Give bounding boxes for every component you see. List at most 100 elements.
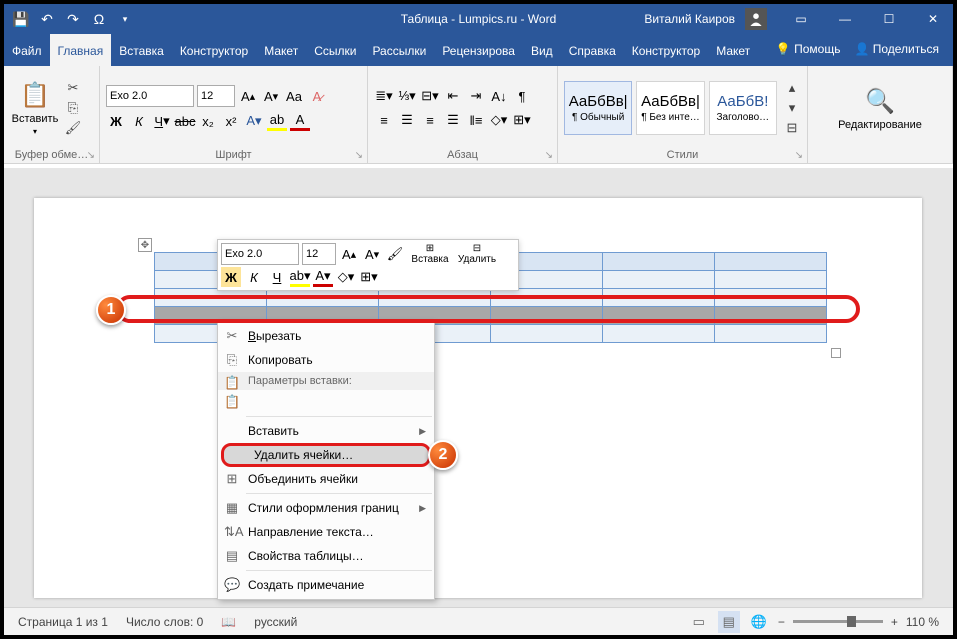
undo-icon[interactable]: ↶ <box>38 10 56 28</box>
borders-icon[interactable]: ⊞▾ <box>512 110 532 130</box>
status-language[interactable]: русский <box>254 615 297 629</box>
superscript-button[interactable]: x² <box>221 111 241 131</box>
style-normal[interactable]: АаБбВв|¶ Обычный <box>564 81 632 135</box>
text-effects-icon[interactable]: A▾ <box>244 111 264 131</box>
tab-references[interactable]: Ссылки <box>306 34 364 66</box>
qat-more-icon[interactable]: ▾ <box>116 10 134 28</box>
subscript-button[interactable]: x₂ <box>198 111 218 131</box>
close-button[interactable]: ✕ <box>913 4 953 34</box>
ribbon-opts-icon[interactable]: ▭ <box>781 4 821 34</box>
outdent-icon[interactable]: ⇤ <box>443 86 463 106</box>
para-launcher-icon[interactable]: ↘ <box>545 150 553 161</box>
styles-launcher-icon[interactable]: ↘ <box>795 150 803 161</box>
styles-up-icon[interactable]: ▴ <box>783 79 801 97</box>
zoom-out-button[interactable]: − <box>778 615 785 629</box>
copy-icon[interactable]: ⎘ <box>64 99 82 117</box>
line-spacing-icon[interactable]: ‖≡ <box>466 110 486 130</box>
numbering-icon[interactable]: ⅓▾ <box>397 86 417 106</box>
status-spell-icon[interactable]: 📖 <box>221 615 236 629</box>
styles-more-icon[interactable]: ⊟ <box>783 119 801 137</box>
menu-new-comment[interactable]: 💬Создать примечание <box>218 573 434 597</box>
change-case-icon[interactable]: Aa <box>284 86 304 106</box>
share-button[interactable]: 👤 Поделиться <box>854 42 939 56</box>
table-move-handle[interactable]: ✥ <box>138 238 152 252</box>
styles-down-icon[interactable]: ▾ <box>783 99 801 117</box>
menu-table-properties[interactable]: ▤Свойства таблицы… <box>218 544 434 568</box>
clear-format-icon[interactable]: A̷ <box>307 86 327 106</box>
cut-icon[interactable]: ✂ <box>64 79 82 97</box>
tab-table-design[interactable]: Конструктор <box>624 34 708 66</box>
tab-design[interactable]: Конструктор <box>172 34 256 66</box>
pilcrow-icon[interactable]: ¶ <box>512 86 532 106</box>
mini-grow-icon[interactable]: A▴ <box>339 244 359 264</box>
menu-insert[interactable]: Вставить▶ <box>218 419 434 443</box>
maximize-button[interactable]: ☐ <box>869 4 909 34</box>
indent-icon[interactable]: ⇥ <box>466 86 486 106</box>
avatar[interactable] <box>745 8 767 30</box>
font-color-icon[interactable]: A <box>290 111 310 131</box>
tab-mailings[interactable]: Рассылки <box>364 34 434 66</box>
status-words[interactable]: Число слов: 0 <box>126 615 203 629</box>
paste-button[interactable]: 📋 Вставить▾ <box>10 69 60 147</box>
underline-button[interactable]: Ч▾ <box>152 111 172 131</box>
mini-bold-button[interactable]: Ж <box>221 267 241 287</box>
tab-table-layout[interactable]: Макет <box>708 34 758 66</box>
mini-font-size[interactable] <box>302 243 336 265</box>
print-layout-icon[interactable]: ▤ <box>718 611 740 633</box>
align-left-icon[interactable]: ≡ <box>374 110 394 130</box>
style-no-spacing[interactable]: АаБбВв|¶ Без инте… <box>636 81 704 135</box>
web-layout-icon[interactable]: 🌐 <box>748 611 770 633</box>
align-center-icon[interactable]: ☰ <box>397 110 417 130</box>
minimize-button[interactable]: ― <box>825 4 865 34</box>
multilevel-icon[interactable]: ⊟▾ <box>420 86 440 106</box>
tab-help[interactable]: Справка <box>561 34 624 66</box>
menu-merge-cells[interactable]: ⊞Объединить ячейки <box>218 467 434 491</box>
mini-shrink-icon[interactable]: A▾ <box>362 244 382 264</box>
italic-button[interactable]: К <box>129 111 149 131</box>
format-painter-icon[interactable]: 🖌 <box>64 119 82 137</box>
mini-underline-button[interactable]: Ч <box>267 267 287 287</box>
tab-view[interactable]: Вид <box>523 34 561 66</box>
strike-button[interactable]: abc <box>175 111 195 131</box>
font-name-select[interactable] <box>106 85 194 107</box>
tab-review[interactable]: Рецензирова <box>434 34 523 66</box>
redo-icon[interactable]: ↷ <box>64 10 82 28</box>
omega-icon[interactable]: Ω <box>90 10 108 28</box>
mini-shading-icon[interactable]: ◇▾ <box>336 267 356 287</box>
save-icon[interactable]: 💾 <box>12 10 30 28</box>
mini-delete-button[interactable]: ⊟Удалить <box>455 243 499 265</box>
mini-format-painter-icon[interactable]: 🖌 <box>385 244 405 264</box>
menu-copy[interactable]: ⎘Копировать <box>218 348 434 372</box>
shrink-font-icon[interactable]: A▾ <box>261 86 281 106</box>
table-resize-handle[interactable] <box>831 348 841 358</box>
justify-icon[interactable]: ☰ <box>443 110 463 130</box>
font-size-select[interactable] <box>197 85 235 107</box>
zoom-slider[interactable] <box>793 620 883 623</box>
editing-button[interactable]: 🔍 Редактирование <box>835 69 925 147</box>
menu-text-direction[interactable]: ⇅AНаправление текста… <box>218 520 434 544</box>
mini-font-name[interactable] <box>221 243 299 265</box>
tell-me[interactable]: 💡 Помощь <box>776 42 841 56</box>
read-mode-icon[interactable]: ▭ <box>688 611 710 633</box>
sort-icon[interactable]: A↓ <box>489 86 509 106</box>
status-page[interactable]: Страница 1 из 1 <box>18 615 108 629</box>
align-right-icon[interactable]: ≡ <box>420 110 440 130</box>
mini-italic-button[interactable]: К <box>244 267 264 287</box>
zoom-in-button[interactable]: + <box>891 615 898 629</box>
menu-paste-option-1[interactable]: 📋 <box>218 390 434 414</box>
mini-insert-button[interactable]: ⊞Вставка <box>408 243 452 265</box>
highlight-icon[interactable]: ab <box>267 111 287 131</box>
zoom-value[interactable]: 110 % <box>906 615 939 629</box>
mini-borders-icon[interactable]: ⊞▾ <box>359 267 379 287</box>
menu-delete-cells[interactable]: Удалить ячейки… <box>221 443 431 467</box>
menu-cut[interactable]: ✂Вырезать <box>218 324 434 348</box>
tab-layout[interactable]: Макет <box>256 34 306 66</box>
menu-border-styles[interactable]: ▦Стили оформления границ▶ <box>218 496 434 520</box>
tab-home[interactable]: Главная <box>50 34 112 66</box>
bullets-icon[interactable]: ≣▾ <box>374 86 394 106</box>
mini-highlight-icon[interactable]: ab▾ <box>290 267 310 287</box>
mini-font-color-icon[interactable]: A▾ <box>313 267 333 287</box>
tab-insert[interactable]: Вставка <box>111 34 172 66</box>
shading-icon[interactable]: ◇▾ <box>489 110 509 130</box>
grow-font-icon[interactable]: A▴ <box>238 86 258 106</box>
